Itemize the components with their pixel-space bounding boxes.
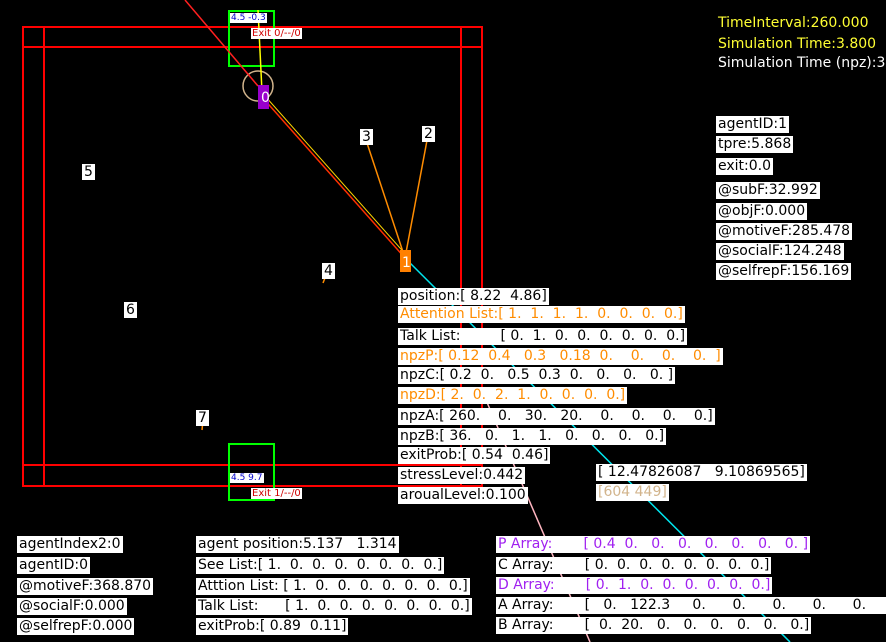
simulation-time: Simulation Time:3.800 <box>718 36 877 52</box>
agent1-tpre: tpre:5.868 <box>716 136 794 153</box>
time-interval: TimeInterval:260.000 <box>718 15 869 31</box>
agent1-npzC: npzC:[ 0.2 0. 0.5 0.3 0. 0. 0. 0. ] <box>398 367 676 384</box>
agent1-talk-list: Talk List: [ 0. 1. 0. 0. 0. 0. 0. 0.] <box>398 328 688 345</box>
agent1-exit-prob: exitProb:[ 0.54 0.46] <box>398 447 551 464</box>
agent-link-0-1-shadow <box>264 95 409 258</box>
agent-link-0-1 <box>261 96 406 259</box>
agent0-position: agent position:5.137 1.314 <box>196 536 399 553</box>
agent0-selfrepF: @selfrepF:0.000 <box>17 618 135 635</box>
agent1-attention-list: Attention List:[ 1. 1. 1. 1. 0. 0. 0. 0.… <box>398 306 685 323</box>
agent1-objF: @objF:0.000 <box>716 203 808 220</box>
p-array: P Array: [ 0.4 0. 0. 0. 0. 0. 0. 0. ] <box>496 536 811 553</box>
a-array: A Array: [ 0. 122.3 0. 0. 0. 0. 0. <box>496 597 886 614</box>
agent1-target-vector: [ 12.47826087 9.10869565] <box>596 464 807 481</box>
b-array: B Array: [ 0. 20. 0. 0. 0. 0. 0. 0.] <box>496 617 812 634</box>
exit-1-coord: 4.5 9.7 <box>230 473 264 483</box>
agent0-exit-prob: exitProb:[ 0.89 0.11] <box>196 618 349 635</box>
agent1-position: position:[ 8.22 4.86] <box>398 288 549 305</box>
agent-7-id: 7 <box>196 410 209 426</box>
agent1-motiveF: @motiveF:285.478 <box>716 223 853 240</box>
agent1-socialF: @socialF:124.248 <box>716 243 844 260</box>
agent-2-id: 2 <box>422 126 435 142</box>
d-array: D Array: [ 0. 1. 0. 0. 0. 0. 0. 0.] <box>496 577 773 594</box>
agent1-stress-level: stressLevel:0.442 <box>398 467 526 484</box>
exit-0-coord: 4.5 -0.3 <box>230 13 267 23</box>
agent0-motiveF: @motiveF:368.870 <box>17 578 154 595</box>
exit-0-label: Exit 0/--/0 <box>251 28 302 39</box>
agent0-socialF: @socialF:0.000 <box>17 598 127 615</box>
agent1-subF: @subF:32.992 <box>716 182 820 199</box>
agent0-index: agentIndex2:0 <box>17 536 123 553</box>
agent1-arousal-level: aroualLevel:0.100 <box>398 487 528 504</box>
agent1-pixel-coord: [604 449] <box>596 484 669 501</box>
c-array: C Array: [ 0. 0. 0. 0. 0. 0. 0. 0.] <box>496 557 772 574</box>
agent0-talk-list: Talk List: [ 1. 0. 0. 0. 0. 0. 0. 0.] <box>196 598 472 615</box>
agent0-see-list: See List:[ 1. 0. 0. 0. 0. 0. 0. 0.] <box>196 557 445 574</box>
agent1-id: agentID:1 <box>716 116 789 133</box>
agent-6-id: 6 <box>124 302 137 318</box>
agent1-exit: exit:0.0 <box>716 158 774 175</box>
agent1-npzB: npzB:[ 36. 0. 1. 1. 0. 0. 0. 0.] <box>398 428 667 445</box>
agent0-id: agentID:0 <box>17 557 90 574</box>
agent-1-id: 1 <box>402 255 411 271</box>
agent-0-id: 0 <box>261 90 270 106</box>
agent1-npzD: npzD:[ 2. 0. 2. 1. 0. 0. 0. 0.] <box>398 387 628 404</box>
agent-5-id: 5 <box>82 164 95 180</box>
simulation-time-npz: Simulation Time (npz):3.8 <box>718 55 886 71</box>
agent-link-1-2 <box>404 134 429 259</box>
exit-1-label: Exit 1/--/0 <box>251 488 302 499</box>
agent1-npzP: npzP:[ 0.12 0.4 0.3 0.18 0. 0. 0. 0. ] <box>398 348 723 365</box>
agent-link-1-3 <box>365 139 406 259</box>
agent0-attention-list: Atttion List: [ 1. 0. 0. 0. 0. 0. 0. 0.] <box>196 578 470 595</box>
agent1-selfrepF: @selfrepF:156.169 <box>716 263 852 280</box>
agent-4-id: 4 <box>322 263 335 279</box>
agent-3-id: 3 <box>360 129 373 145</box>
agent1-npzA: npzA:[ 260. 0. 30. 20. 0. 0. 0. 0.] <box>398 408 715 425</box>
